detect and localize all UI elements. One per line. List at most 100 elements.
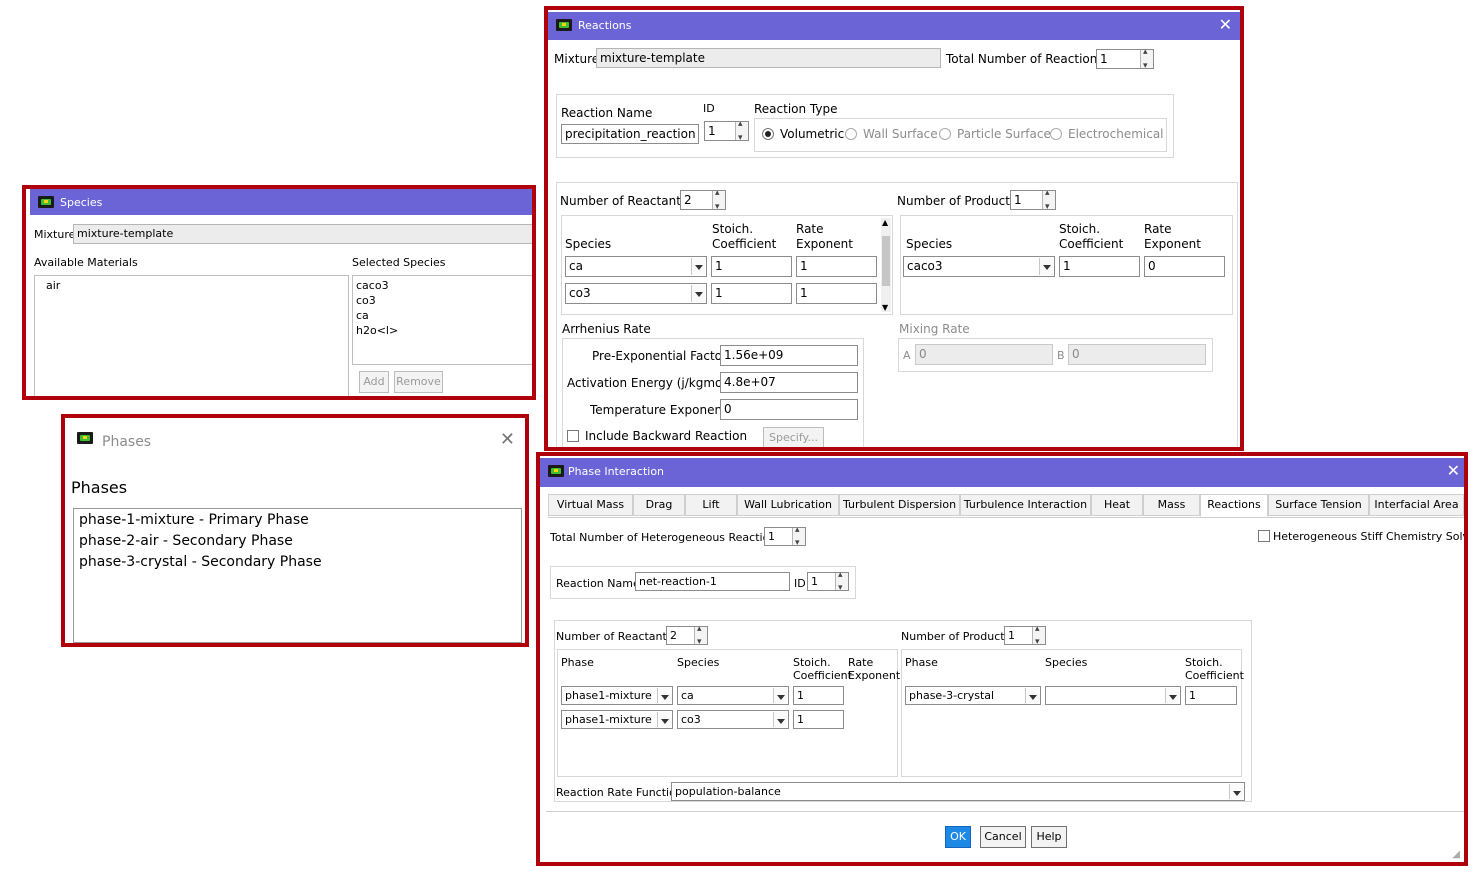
spinner-arrows-icon[interactable]: [735, 122, 748, 140]
reactant-phase-select[interactable]: phase1-mixture: [561, 686, 673, 705]
spinner-arrows-icon[interactable]: [694, 627, 707, 644]
rate-function-select[interactable]: population-balance: [671, 782, 1245, 801]
tab-reactions[interactable]: Reactions: [1200, 494, 1268, 517]
species-titlebar[interactable]: Species: [30, 189, 532, 215]
list-item[interactable]: h2o<l>: [356, 324, 398, 337]
list-item[interactable]: ca: [356, 309, 369, 322]
phase-interaction-titlebar[interactable]: Phase Interaction ✕: [540, 458, 1464, 487]
mixture-field[interactable]: mixture-template: [596, 48, 941, 68]
product-rate-field[interactable]: 0: [1144, 256, 1225, 277]
id-spinner[interactable]: 1: [704, 121, 749, 141]
ok-button[interactable]: OK: [945, 826, 971, 848]
spinner-arrows-icon[interactable]: [1140, 50, 1153, 68]
reactant-phase-select[interactable]: phase1-mixture: [561, 710, 673, 729]
radio-wall-surface[interactable]: [845, 128, 857, 140]
spinner-arrows-icon[interactable]: [1042, 191, 1055, 209]
product-species-value: caco3: [907, 259, 943, 273]
list-item[interactable]: caco3: [356, 279, 389, 292]
mix-b-field[interactable]: 0: [1068, 344, 1206, 365]
product-species-select[interactable]: caco3: [903, 256, 1055, 277]
remove-button[interactable]: Remove: [394, 371, 443, 393]
reactant-stoich-field[interactable]: 1: [793, 686, 844, 705]
preexp-field[interactable]: 1.56e+09: [720, 345, 858, 366]
reactant-species-select[interactable]: ca: [677, 686, 789, 705]
tab-heat[interactable]: Heat: [1091, 494, 1143, 516]
reaction-name-field[interactable]: precipitation_reaction: [561, 124, 699, 144]
mixture-field[interactable]: mixture-template: [73, 224, 532, 244]
num-reactants-spinner[interactable]: 2: [666, 626, 708, 645]
mix-a-field[interactable]: 0: [915, 344, 1053, 365]
available-materials-list[interactable]: air: [34, 275, 349, 396]
id-spinner[interactable]: 1: [807, 572, 849, 591]
scroll-down-icon[interactable]: ▼: [882, 303, 888, 312]
activation-field[interactable]: 4.8e+07: [720, 372, 858, 393]
close-icon[interactable]: ✕: [500, 429, 515, 450]
tab-turbulent-dispersion[interactable]: Turbulent Dispersion: [839, 494, 960, 516]
radio-particle-surface[interactable]: [939, 128, 951, 140]
close-icon[interactable]: ✕: [1447, 462, 1460, 480]
reactant-rate-field[interactable]: 1: [796, 283, 877, 304]
reaction-name-field[interactable]: net-reaction-1: [635, 572, 790, 591]
num-products-spinner[interactable]: 1: [1010, 190, 1056, 210]
tab-lift[interactable]: Lift: [685, 494, 737, 516]
total-reactions-spinner[interactable]: 1: [1096, 49, 1154, 69]
radio-volumetric[interactable]: [762, 128, 774, 140]
product-phase-select[interactable]: phase-3-crystal: [905, 686, 1041, 705]
resize-grip-icon[interactable]: ◢: [1452, 849, 1460, 860]
tab-wall-lubrication[interactable]: Wall Lubrication: [737, 494, 839, 516]
stiff-solver-checkbox[interactable]: [1258, 530, 1270, 542]
reactant-stoich-field[interactable]: 1: [793, 710, 844, 729]
specify-button[interactable]: Specify...: [763, 427, 824, 447]
dropdown-arrow-icon[interactable]: [1025, 688, 1039, 703]
tab-interfacial-area[interactable]: Interfacial Area: [1369, 494, 1464, 516]
list-item[interactable]: co3: [356, 294, 376, 307]
cancel-button[interactable]: Cancel: [980, 826, 1026, 848]
num-reactants-spinner[interactable]: 2: [680, 190, 726, 210]
scroll-up-icon[interactable]: ▲: [882, 218, 888, 227]
total-hetero-spinner[interactable]: 1: [764, 527, 806, 546]
dropdown-arrow-icon[interactable]: [657, 712, 671, 727]
help-button[interactable]: Help: [1031, 826, 1067, 848]
reactants-scrollbar[interactable]: ▲ ▼: [881, 218, 891, 312]
dropdown-arrow-icon[interactable]: [1229, 784, 1243, 799]
phases-list[interactable]: phase-1-mixture - Primary Phase phase-2-…: [73, 508, 522, 643]
spinner-arrows-icon[interactable]: [835, 573, 848, 590]
list-item[interactable]: phase-3-crystal - Secondary Phase: [79, 554, 322, 570]
product-stoich-field[interactable]: 1: [1059, 256, 1140, 277]
backward-reaction-checkbox[interactable]: [567, 430, 579, 442]
reactant-rate-field[interactable]: 1: [796, 256, 877, 277]
dropdown-arrow-icon[interactable]: [773, 688, 787, 703]
tab-mass[interactable]: Mass: [1143, 494, 1200, 516]
radio-electrochemical[interactable]: [1050, 128, 1062, 140]
product-stoich-field[interactable]: 1: [1185, 686, 1237, 705]
reactant-species-select[interactable]: ca: [565, 256, 707, 277]
reactant-stoich-field[interactable]: 1: [711, 256, 792, 277]
spinner-arrows-icon[interactable]: [792, 528, 805, 545]
close-icon[interactable]: ✕: [1219, 16, 1232, 34]
scrollbar-thumb[interactable]: [882, 236, 890, 286]
reactant-stoich-field[interactable]: 1: [711, 283, 792, 304]
dropdown-arrow-icon[interactable]: [691, 285, 705, 302]
reactions-titlebar[interactable]: Reactions ✕: [548, 12, 1240, 40]
list-item[interactable]: phase-2-air - Secondary Phase: [79, 533, 293, 549]
dropdown-arrow-icon[interactable]: [773, 712, 787, 727]
reactant-species-select[interactable]: co3: [677, 710, 789, 729]
dropdown-arrow-icon[interactable]: [657, 688, 671, 703]
product-species-select[interactable]: [1045, 686, 1181, 705]
temp-exp-field[interactable]: 0: [720, 399, 858, 420]
num-products-spinner[interactable]: 1: [1004, 626, 1046, 645]
dropdown-arrow-icon[interactable]: [691, 258, 705, 275]
dropdown-arrow-icon[interactable]: [1039, 258, 1053, 275]
list-item[interactable]: air: [46, 279, 60, 292]
add-button[interactable]: Add: [359, 371, 389, 393]
list-item[interactable]: phase-1-mixture - Primary Phase: [79, 512, 309, 528]
reactant-species-select[interactable]: co3: [565, 283, 707, 304]
tab-turbulence-interaction[interactable]: Turbulence Interaction: [960, 494, 1091, 516]
selected-species-list[interactable]: caco3 co3 ca h2o<l>: [352, 275, 532, 365]
spinner-arrows-icon[interactable]: [712, 191, 725, 209]
dropdown-arrow-icon[interactable]: [1165, 688, 1179, 703]
spinner-arrows-icon[interactable]: [1032, 627, 1045, 644]
tab-drag[interactable]: Drag: [633, 494, 685, 516]
tab-surface-tension[interactable]: Surface Tension: [1268, 494, 1369, 516]
tab-virtual-mass[interactable]: Virtual Mass: [548, 494, 633, 516]
